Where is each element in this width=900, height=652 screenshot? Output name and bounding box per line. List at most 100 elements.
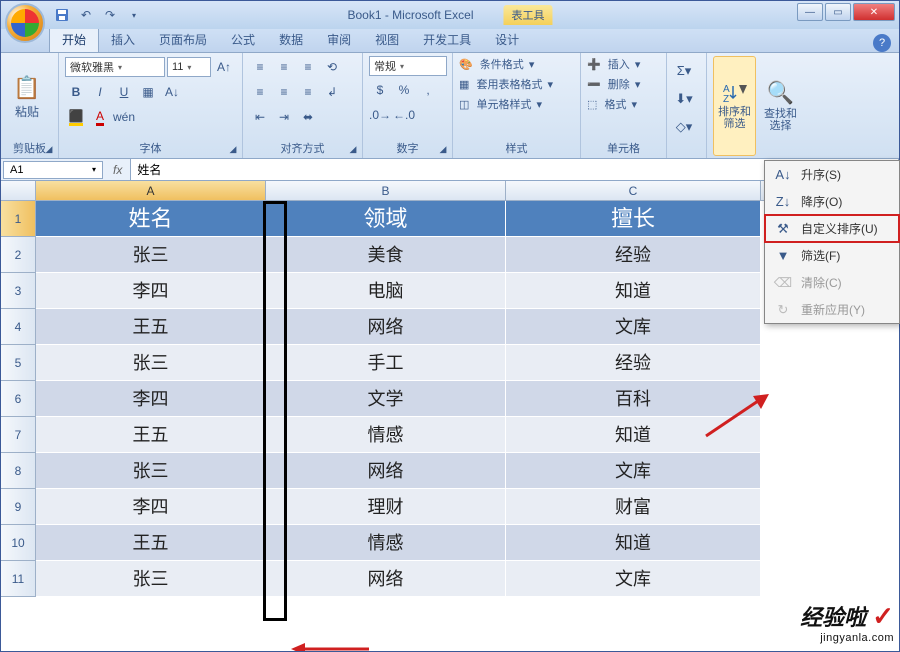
data-cell[interactable]: 张三 <box>36 453 266 489</box>
data-cell[interactable]: 文库 <box>506 453 761 489</box>
data-cell[interactable]: 经验 <box>506 237 761 273</box>
qat-more-icon[interactable]: ▾ <box>125 6 143 24</box>
wrap-text-icon[interactable]: ↲ <box>321 81 343 103</box>
paste-button[interactable]: 📋 粘贴 <box>7 56 47 138</box>
data-cell[interactable]: 张三 <box>36 345 266 381</box>
dec-decimal-icon[interactable]: ←.0 <box>393 104 415 126</box>
data-cell[interactable]: 王五 <box>36 525 266 561</box>
help-button[interactable]: ? <box>873 34 891 52</box>
row-header[interactable]: 11 <box>1 561 36 597</box>
insert-button[interactable]: ➕ 插入 ▾ <box>587 56 660 72</box>
underline-button[interactable]: U <box>113 81 135 103</box>
data-cell[interactable]: 理财 <box>266 489 506 525</box>
sort-filter-button[interactable]: AZ 排序和筛选 <box>713 56 756 156</box>
italic-button[interactable]: I <box>89 81 111 103</box>
undo-icon[interactable]: ↶ <box>77 6 95 24</box>
tab-review[interactable]: 审阅 <box>315 27 363 52</box>
tab-home[interactable]: 开始 <box>49 26 99 52</box>
row-header[interactable]: 2 <box>1 237 36 273</box>
data-cell[interactable]: 知道 <box>506 417 761 453</box>
data-cell[interactable]: 百科 <box>506 381 761 417</box>
number-launcher[interactable]: ◢ <box>436 142 450 156</box>
row-header[interactable]: 7 <box>1 417 36 453</box>
data-cell[interactable]: 财富 <box>506 489 761 525</box>
custom-sort-item[interactable]: ⚒ 自定义排序(U) <box>764 214 900 243</box>
font-color-button[interactable]: A <box>89 106 111 128</box>
row-header[interactable]: 3 <box>1 273 36 309</box>
filter-item[interactable]: ▼ 筛选(F) <box>765 242 899 269</box>
row-header[interactable]: 10 <box>1 525 36 561</box>
sort-asc-item[interactable]: A↓ 升序(S) <box>765 161 899 188</box>
fx-button[interactable]: fx <box>105 163 130 177</box>
align-bottom-icon[interactable]: ≡ <box>297 56 319 78</box>
row-header[interactable]: 1 <box>1 201 36 237</box>
row-header[interactable]: 9 <box>1 489 36 525</box>
close-button[interactable]: ✕ <box>853 3 895 21</box>
data-cell[interactable]: 网络 <box>266 453 506 489</box>
data-cell[interactable]: 张三 <box>36 561 266 597</box>
clear-icon[interactable]: ◇▾ <box>673 116 695 138</box>
cell-style-button[interactable]: ◫ 单元格样式 ▾ <box>459 96 574 112</box>
table-format-button[interactable]: ▦ 套用表格格式 ▾ <box>459 76 574 92</box>
align-right-icon[interactable]: ≡ <box>297 81 319 103</box>
bold-button[interactable]: B <box>65 81 87 103</box>
data-cell[interactable]: 手工 <box>266 345 506 381</box>
align-launcher[interactable]: ◢ <box>346 142 360 156</box>
sort-desc-item[interactable]: Z↓ 降序(O) <box>765 188 899 215</box>
font-launcher[interactable]: ◢ <box>226 142 240 156</box>
select-all-corner[interactable] <box>1 181 36 200</box>
percent-icon[interactable]: % <box>393 79 415 101</box>
data-cell[interactable]: 张三 <box>36 237 266 273</box>
tab-data[interactable]: 数据 <box>267 27 315 52</box>
data-cell[interactable]: 美食 <box>266 237 506 273</box>
redo-icon[interactable]: ↷ <box>101 6 119 24</box>
tab-view[interactable]: 视图 <box>363 27 411 52</box>
find-select-button[interactable]: 🔍 查找和选择 <box>760 56 801 156</box>
maximize-button[interactable]: ▭ <box>825 3 851 21</box>
align-middle-icon[interactable]: ≡ <box>273 56 295 78</box>
data-cell[interactable]: 知道 <box>506 525 761 561</box>
col-header-a[interactable]: A <box>36 181 266 200</box>
merge-button[interactable]: ⬌ <box>297 106 319 128</box>
data-cell[interactable]: 李四 <box>36 381 266 417</box>
data-cell[interactable]: 文库 <box>506 561 761 597</box>
tab-dev[interactable]: 开发工具 <box>411 27 483 52</box>
format-button[interactable]: ⬚ 格式 ▾ <box>587 96 660 112</box>
col-header-c[interactable]: C <box>506 181 761 200</box>
minimize-button[interactable]: — <box>797 3 823 21</box>
fill-icon[interactable]: ⬇▾ <box>673 88 695 110</box>
data-cell[interactable]: 知道 <box>506 273 761 309</box>
header-cell[interactable]: 姓名 <box>36 201 266 237</box>
align-top-icon[interactable]: ≡ <box>249 56 271 78</box>
indent-inc-icon[interactable]: ⇥ <box>273 106 295 128</box>
data-cell[interactable]: 经验 <box>506 345 761 381</box>
phonetic-button[interactable]: wén <box>113 106 135 128</box>
indent-dec-icon[interactable]: ⇤ <box>249 106 271 128</box>
grow-font-icon[interactable]: A↑ <box>213 56 235 78</box>
data-cell[interactable]: 电脑 <box>266 273 506 309</box>
row-header[interactable]: 8 <box>1 453 36 489</box>
cond-format-button[interactable]: 🎨 条件格式 ▾ <box>459 56 574 72</box>
header-cell[interactable]: 擅长 <box>506 201 761 237</box>
data-cell[interactable]: 李四 <box>36 273 266 309</box>
autosum-icon[interactable]: Σ▾ <box>673 60 695 82</box>
tab-formula[interactable]: 公式 <box>219 27 267 52</box>
font-name-combo[interactable]: 微软雅黑▾ <box>65 57 165 77</box>
align-center-icon[interactable]: ≡ <box>273 81 295 103</box>
row-header[interactable]: 4 <box>1 309 36 345</box>
name-box[interactable]: A1▾ <box>3 161 103 179</box>
col-header-b[interactable]: B <box>266 181 506 200</box>
data-cell[interactable]: 文学 <box>266 381 506 417</box>
delete-button[interactable]: ➖ 删除 ▾ <box>587 76 660 92</box>
data-cell[interactable]: 情感 <box>266 417 506 453</box>
data-cell[interactable]: 情感 <box>266 525 506 561</box>
row-header[interactable]: 5 <box>1 345 36 381</box>
data-cell[interactable]: 王五 <box>36 417 266 453</box>
orientation-icon[interactable]: ⟲ <box>321 56 343 78</box>
header-cell[interactable]: 领域 <box>266 201 506 237</box>
number-format-combo[interactable]: 常规▾ <box>369 56 447 76</box>
data-cell[interactable]: 网络 <box>266 561 506 597</box>
row-header[interactable]: 6 <box>1 381 36 417</box>
office-button[interactable] <box>5 3 45 43</box>
font-size-combo[interactable]: 11▾ <box>167 57 211 77</box>
